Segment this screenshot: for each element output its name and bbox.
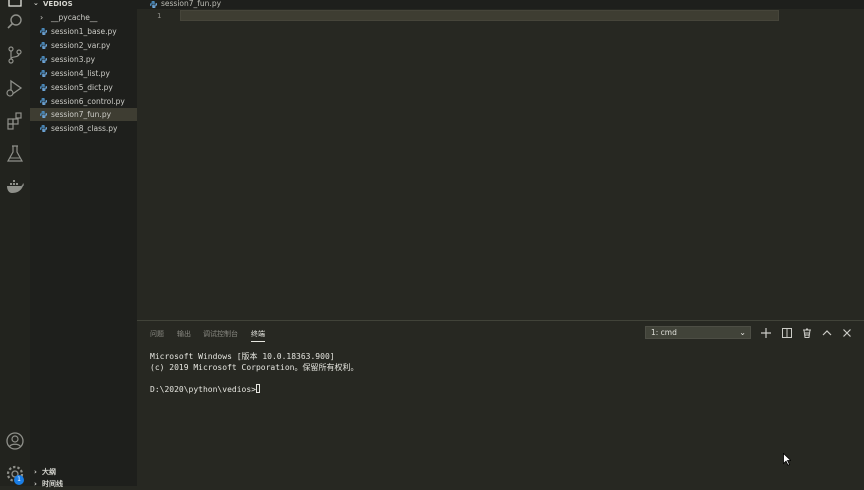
terminal-select-value: 1: cmd: [651, 328, 677, 337]
tree-item-label: session3.py: [51, 55, 96, 64]
tree-file-session8[interactable]: session8_class.py: [30, 122, 137, 135]
mouse-cursor-icon: [783, 453, 791, 466]
tree-item-label: __pycache__: [51, 13, 98, 22]
tree-file-session4[interactable]: session4_list.py: [30, 67, 137, 80]
trash-icon: [803, 328, 811, 338]
editor-tab-bar: session7_fun.py: [137, 0, 864, 9]
plus-icon: [761, 328, 771, 338]
terminal-line: (c) 2019 Microsoft Corporation。保留所有权利。: [150, 362, 359, 372]
tree-item-label: session6_control.py: [51, 97, 125, 106]
tab-problems[interactable]: 问题: [150, 329, 164, 339]
explorer-sidebar: ⌄ VEDIOS › __pycache__ session1_base.py …: [30, 0, 137, 488]
python-file-icon: [40, 56, 47, 63]
chevron-right-icon: ›: [34, 468, 37, 476]
python-file-icon: [40, 28, 47, 35]
tree-item-label: session1_base.py: [51, 27, 117, 36]
tree-item-label: session8_class.py: [51, 124, 118, 133]
split-icon: [782, 328, 792, 338]
folder-name: VEDIOS: [43, 0, 73, 8]
tree-item-label: session7_fun.py: [51, 110, 112, 119]
testing-flask-icon[interactable]: [5, 144, 25, 164]
tab-terminal[interactable]: 终端: [251, 329, 265, 342]
chevron-down-icon: ⌄: [739, 328, 746, 337]
kill-terminal-button[interactable]: [800, 326, 814, 340]
search-icon[interactable]: [5, 12, 25, 32]
tab-output[interactable]: 输出: [177, 329, 191, 339]
outline-label: 大纲: [42, 468, 56, 476]
chevron-right-icon: ›: [40, 13, 44, 22]
terminal-prompt: D:\2020\python\vedios>: [150, 384, 256, 394]
chevron-up-icon: [822, 330, 832, 336]
split-terminal-button[interactable]: [780, 326, 794, 340]
docker-icon[interactable]: [5, 176, 25, 196]
run-debug-icon[interactable]: [5, 78, 25, 98]
python-file-icon: [40, 70, 47, 77]
python-file-icon: [40, 111, 47, 118]
outline-section[interactable]: › 大纲: [30, 466, 137, 478]
chevron-right-icon: ›: [34, 480, 37, 488]
tree-folder-pycache[interactable]: › __pycache__: [30, 11, 137, 24]
terminal-cursor: [255, 383, 260, 393]
tab-debug-console[interactable]: 调试控制台: [203, 329, 238, 339]
terminal-select[interactable]: 1: cmd ⌄: [645, 326, 751, 339]
notification-badge: 1: [14, 475, 24, 485]
close-icon: [843, 329, 851, 337]
tree-file-session7[interactable]: session7_fun.py: [30, 108, 137, 121]
tree-item-label: session2_var.py: [51, 41, 111, 50]
terminal-line: Microsoft Windows [版本 10.0.18363.900]: [150, 352, 335, 361]
code-editor[interactable]: 1: [137, 9, 864, 320]
python-file-icon: [40, 84, 47, 91]
tree-item-label: session5_dict.py: [51, 83, 113, 92]
tree-file-session2[interactable]: session2_var.py: [30, 39, 137, 52]
activity-bar: 1: [0, 0, 30, 486]
source-control-icon[interactable]: [5, 45, 25, 65]
python-file-icon: [150, 1, 157, 8]
close-panel-button[interactable]: [840, 326, 854, 340]
extensions-icon[interactable]: [5, 111, 25, 131]
tree-file-session6[interactable]: session6_control.py: [30, 95, 137, 108]
python-file-icon: [40, 42, 47, 49]
terminal-line: ​: [150, 373, 359, 384]
python-file-icon: [40, 98, 47, 105]
timeline-section[interactable]: › 时间线: [30, 478, 137, 490]
bottom-panel: 问题 输出 调试控制台 终端 1: cmd ⌄ Microsoft Window…: [137, 320, 864, 487]
explorer-icon[interactable]: [5, 0, 25, 8]
tree-file-session3[interactable]: session3.py: [30, 53, 137, 66]
tree-file-session1[interactable]: session1_base.py: [30, 25, 137, 38]
tree-file-session5[interactable]: session5_dict.py: [30, 81, 137, 94]
line-number: 1: [157, 12, 162, 20]
account-icon[interactable]: [5, 431, 25, 451]
folder-header[interactable]: ⌄ VEDIOS: [30, 0, 137, 10]
python-file-icon: [40, 125, 47, 132]
tab-label: session7_fun.py: [161, 0, 222, 8]
current-line-highlight[interactable]: [180, 10, 779, 21]
chevron-down-icon: ⌄: [33, 0, 39, 7]
terminal-output[interactable]: Microsoft Windows [版本 10.0.18363.900] (c)…: [150, 352, 359, 395]
maximize-panel-button[interactable]: [820, 326, 834, 340]
new-terminal-button[interactable]: [759, 326, 773, 340]
tree-item-label: session4_list.py: [51, 69, 110, 78]
terminal-prompt-line: D:\2020\python\vedios>: [150, 383, 359, 396]
timeline-label: 时间线: [42, 480, 63, 488]
